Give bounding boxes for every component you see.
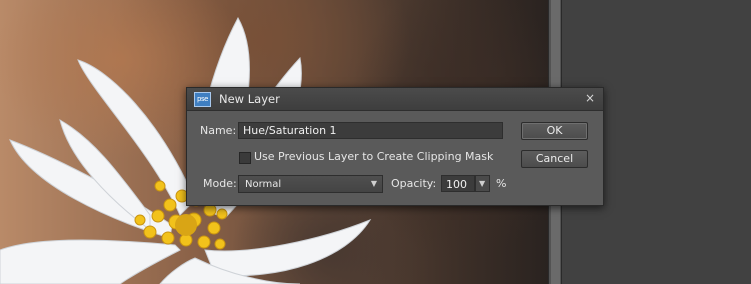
cancel-button[interactable]: Cancel bbox=[521, 150, 588, 168]
layer-name-input[interactable]: Hue/Saturation 1 bbox=[238, 122, 503, 139]
dialog-title: New Layer bbox=[219, 92, 280, 106]
blend-mode-value: Normal bbox=[245, 179, 282, 190]
opacity-dropdown-button[interactable]: ▼ bbox=[475, 175, 490, 192]
app-icon: pse bbox=[194, 92, 211, 107]
dialog-titlebar[interactable]: pse New Layer × bbox=[187, 88, 603, 111]
clipping-mask-label[interactable]: Use Previous Layer to Create Clipping Ma… bbox=[254, 150, 493, 163]
blend-mode-select[interactable]: Normal ▼ bbox=[238, 175, 383, 193]
opacity-label: Opacity: bbox=[391, 177, 437, 190]
ok-button[interactable]: OK bbox=[521, 122, 588, 140]
chevron-down-icon: ▼ bbox=[370, 179, 377, 188]
mode-label: Mode: bbox=[203, 177, 237, 190]
new-layer-dialog: pse New Layer × Name: Hue/Saturation 1 U… bbox=[186, 87, 604, 206]
name-label: Name: bbox=[200, 124, 237, 137]
close-icon[interactable]: × bbox=[585, 91, 595, 105]
opacity-input[interactable]: 100 bbox=[441, 175, 475, 192]
clipping-mask-checkbox[interactable] bbox=[239, 152, 251, 164]
chevron-down-icon: ▼ bbox=[479, 179, 486, 188]
opacity-unit: % bbox=[496, 177, 507, 190]
opacity-value: 100 bbox=[446, 178, 467, 191]
